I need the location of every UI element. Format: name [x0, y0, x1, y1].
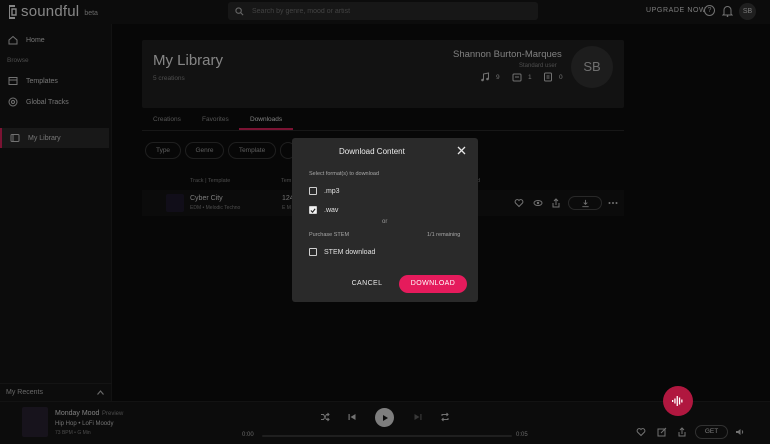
stem-checkbox[interactable]: [309, 248, 317, 256]
option-stem[interactable]: STEM download: [309, 248, 375, 256]
modal-title: Download Content: [339, 147, 405, 156]
option-label: STEM download: [324, 248, 376, 256]
purchase-stem-label: Purchase STEM: [309, 232, 350, 238]
option-wav[interactable]: .wav: [309, 206, 338, 214]
waveform-icon: [672, 396, 683, 406]
mp3-checkbox[interactable]: [309, 187, 317, 195]
or-divider: or: [382, 219, 388, 225]
option-mp3[interactable]: .mp3: [309, 187, 340, 195]
cancel-button[interactable]: CANCEL: [346, 276, 388, 292]
download-button[interactable]: DOWNLOAD: [399, 275, 467, 293]
format-label: Select format(s) to download: [309, 171, 380, 177]
create-fab-button[interactable]: [663, 386, 693, 416]
wav-checkbox[interactable]: [309, 206, 317, 214]
stem-remaining: 1/1 remaining: [427, 232, 461, 238]
option-label: .mp3: [324, 187, 340, 195]
checkmark-icon: [310, 207, 316, 213]
close-icon[interactable]: [456, 145, 467, 156]
option-label: .wav: [324, 206, 339, 214]
